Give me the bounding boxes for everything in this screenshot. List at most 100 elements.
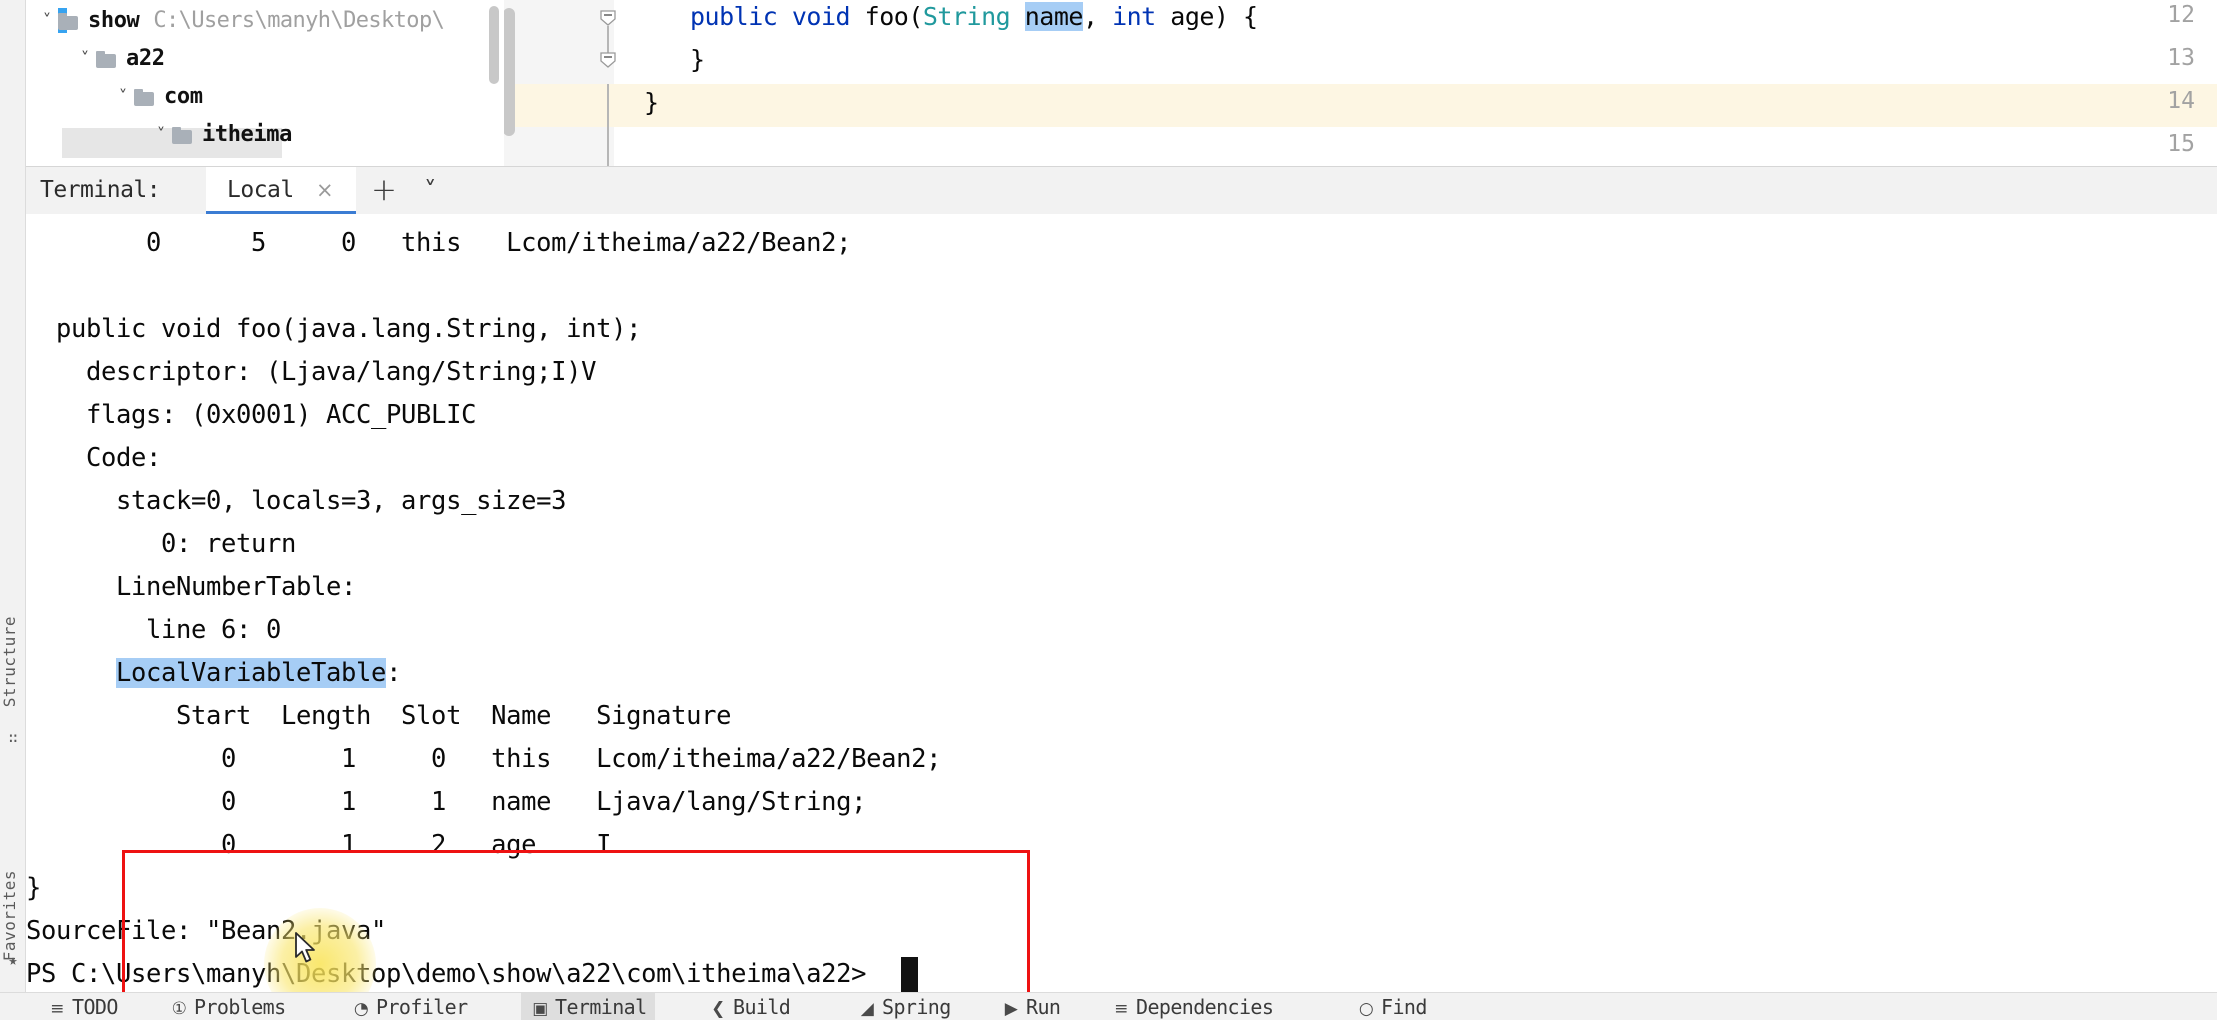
- tree-node-com[interactable]: ˅ com: [112, 78, 203, 116]
- terminal-caret: [900, 957, 918, 992]
- tree-node-path: C:\Users\manyh\Desktop\: [153, 8, 445, 33]
- todo-icon: ≡: [50, 999, 64, 1019]
- editor-horizontal-scrollbar[interactable]: [504, 8, 515, 136]
- code-line[interactable]: public void foo(String name, int age) {: [690, 2, 1258, 31]
- code-token: public: [690, 2, 778, 31]
- terminal-tab-local[interactable]: Local ×: [206, 167, 356, 215]
- fold-collapse-icon[interactable]: [598, 50, 618, 70]
- line-number: 12: [2167, 2, 2195, 28]
- status-tab-label: Find: [1381, 995, 1427, 1019]
- terminal-line: line 6: 0: [26, 615, 282, 645]
- tree-node-label: itheima: [202, 122, 292, 147]
- tool-tab-favorites[interactable]: Favorites: [0, 870, 26, 961]
- tree-node-a22[interactable]: ˅ a22: [74, 40, 165, 78]
- selected-text: LocalVariableTable: [116, 658, 387, 688]
- tree-node-label: a22: [126, 46, 165, 71]
- tree-node-itheima[interactable]: ˅ itheima: [150, 116, 293, 154]
- terminal-prompt[interactable]: PS C:\Users\manyh\Desktop\demo\show\a22\…: [26, 953, 881, 992]
- status-tab-spring[interactable]: ◢ Spring: [856, 993, 952, 1020]
- spring-icon: ◢: [860, 999, 874, 1019]
- terminal-line: 0 1 2 age I: [26, 830, 612, 860]
- status-tab-label: Run: [1026, 995, 1061, 1019]
- code-line[interactable]: }: [644, 88, 659, 117]
- status-tab-label: TODO: [72, 995, 118, 1019]
- code-token: String: [922, 2, 1011, 31]
- favorites-star-icon: ★: [8, 951, 18, 969]
- terminal-line-suffix: :: [386, 658, 402, 688]
- dependencies-icon: ≡: [1114, 999, 1128, 1019]
- problems-icon: ①: [171, 999, 187, 1019]
- status-tab-label: Profiler: [376, 995, 468, 1019]
- status-tab-run[interactable]: ▶ Run: [1000, 993, 1061, 1020]
- terminal-line: 0 1 0 this Lcom/itheima/a22/Bean2;: [26, 744, 942, 774]
- line-number: 13: [2167, 45, 2195, 71]
- code-token: }: [690, 45, 705, 74]
- tool-tab-structure[interactable]: Structure: [0, 616, 26, 707]
- terminal-icon: ▣: [532, 999, 548, 1019]
- add-terminal-icon[interactable]: +: [371, 172, 397, 208]
- terminal-tab-label: Local: [227, 177, 294, 203]
- terminal-line: public void foo(java.lang.String, int);: [26, 314, 642, 344]
- editor-current-line-highlight: [504, 84, 2217, 127]
- status-tab-label: Spring: [882, 995, 951, 1019]
- project-tree-scrollbar[interactable]: [489, 6, 499, 84]
- status-tab-label: Build: [733, 995, 791, 1019]
- chevron-down-icon[interactable]: ˅: [74, 40, 96, 78]
- terminal-line: }: [26, 873, 42, 903]
- build-icon: ❮: [711, 999, 725, 1019]
- mouse-cursor-icon: [294, 932, 320, 966]
- status-tab-build[interactable]: ❮ Build: [707, 993, 791, 1020]
- terminal-line: Code:: [26, 443, 162, 473]
- folder-icon: [134, 88, 156, 106]
- status-bar: ≡ TODO ① Problems ◔ Profiler ▣ Terminal ❮ Build ◢ S…: [0, 992, 2217, 1020]
- fold-collapse-icon[interactable]: [598, 8, 618, 28]
- status-tab-todo[interactable]: ≡ TODO: [46, 993, 118, 1020]
- left-tool-strip: Structure ∷ Favorites ★: [0, 0, 26, 1020]
- tree-node-show[interactable]: ˅ show C:\Users\manyh\Desktop\: [36, 2, 445, 40]
- terminal-line: 0 1 1 name Ljava/lang/String;: [26, 787, 867, 817]
- terminal-line-highlighted: LocalVariableTable:: [26, 652, 401, 695]
- folder-icon: [96, 50, 118, 68]
- fold-connector: [607, 84, 609, 166]
- tree-node-label: com: [164, 84, 203, 109]
- line-number: 15: [2167, 131, 2195, 157]
- terminal-output-pane[interactable]: 0 5 0 this Lcom/itheima/a22/Bean2; publi…: [26, 214, 2217, 992]
- status-tab-dependencies[interactable]: ≡ Dependencies: [1110, 993, 1274, 1020]
- status-tab-profiler[interactable]: ◔ Profiler: [350, 993, 468, 1020]
- ide-window: Structure ∷ Favorites ★ ˅ show C:\Users\ma…: [0, 0, 2217, 1020]
- structure-icon: ∷: [8, 729, 18, 747]
- run-icon: ▶: [1004, 999, 1018, 1019]
- code-token: }: [644, 88, 659, 117]
- code-line[interactable]: }: [690, 45, 705, 74]
- terminal-line: stack=0, locals=3, args_size=3: [26, 486, 567, 516]
- code-token: int: [1112, 2, 1156, 31]
- profiler-icon: ◔: [353, 999, 369, 1019]
- terminal-line: LineNumberTable:: [26, 572, 357, 602]
- status-tab-label: Dependencies: [1136, 995, 1274, 1019]
- status-tab-terminal[interactable]: ▣ Terminal: [521, 993, 655, 1020]
- chevron-down-icon[interactable]: ˅: [150, 116, 172, 154]
- editor-fold-column[interactable]: [598, 0, 622, 166]
- status-tab-find[interactable]: ○ Find: [1355, 993, 1427, 1020]
- terminal-line: Start Length Slot Name Signature: [26, 701, 732, 731]
- code-token: foo(: [850, 2, 924, 31]
- close-icon[interactable]: ×: [316, 178, 334, 202]
- terminal-line: SourceFile: "Bean2.java": [26, 916, 387, 946]
- folder-icon: [172, 126, 194, 144]
- status-tab-problems[interactable]: ① Problems: [168, 993, 286, 1020]
- chevron-down-icon[interactable]: ˅: [424, 176, 437, 205]
- chevron-down-icon[interactable]: ˅: [36, 2, 58, 40]
- terminal-line: descriptor: (Ljava/lang/String;I)V: [26, 357, 597, 387]
- line-number: 14: [2167, 88, 2195, 114]
- chevron-down-icon[interactable]: ˅: [112, 78, 134, 116]
- status-tab-label: Terminal: [555, 995, 647, 1019]
- terminal-line: 0: return: [26, 529, 297, 559]
- terminal-toolbar: Terminal: Local × + ˅: [26, 166, 2217, 215]
- status-tab-label: Problems: [194, 995, 286, 1019]
- terminal-line: 0 5 0 this Lcom/itheima/a22/Bean2;: [26, 228, 852, 258]
- code-token: ,: [1082, 2, 1113, 31]
- highlighted-identifier: name: [1024, 2, 1083, 31]
- code-token: void: [791, 2, 851, 31]
